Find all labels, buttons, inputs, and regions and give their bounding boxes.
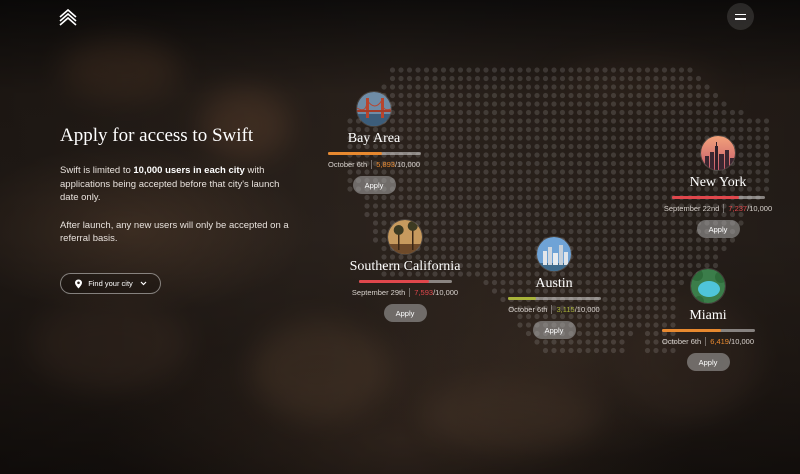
user-count: 7,593: [414, 288, 434, 297]
launch-date: September 29th: [351, 288, 406, 297]
progress-track: [327, 152, 421, 155]
apply-button[interactable]: Apply: [383, 304, 427, 322]
meta-divider: [705, 337, 707, 346]
user-limit: /10,000: [574, 305, 600, 314]
city-name: Austin: [535, 276, 573, 291]
launch-date: October 6th: [661, 337, 702, 346]
intro-paragraph-1: Swift is limited to 10,000 users in each…: [60, 164, 290, 205]
city-card-miami: Miami October 6th 6,419/10,000 Apply: [658, 268, 758, 371]
city-card-bay-area: Bay Area October 6th 5,893/10,000 Apply: [326, 91, 422, 194]
city-meta: October 6th 3,115/10,000: [508, 305, 600, 314]
new-york-skyline-thumbnail: [700, 135, 736, 171]
page-title: Apply for access to Swift: [60, 125, 254, 146]
find-city-label: Find your city: [88, 279, 133, 288]
user-count: 3,115: [556, 305, 575, 314]
hamburger-menu-icon: [735, 12, 746, 21]
find-city-button[interactable]: Find your city: [60, 273, 161, 294]
meta-divider: [551, 305, 553, 314]
meta-divider: [723, 204, 725, 213]
progress-track: [358, 280, 452, 283]
location-pin-icon: [75, 279, 83, 288]
chevron-down-icon: [140, 281, 147, 286]
city-meta: October 6th 6,419/10,000: [662, 337, 754, 346]
user-count: 5,893: [376, 160, 395, 169]
chevron-stack-icon[interactable]: [58, 8, 78, 26]
city-name: Southern California: [349, 259, 461, 274]
user-count: 7,237: [728, 204, 748, 213]
city-meta: September 22nd 7,237/10,000: [664, 204, 772, 213]
progress-fill: [661, 329, 722, 332]
user-limit: /10,000: [394, 160, 420, 169]
intro-para1-start: Swift is limited to: [60, 165, 134, 176]
miami-pool-thumbnail: [690, 268, 726, 304]
progress-track: [507, 297, 601, 300]
city-card-new-york: New York September 22nd 7,237/10,000 Appl…: [664, 135, 772, 238]
golden-gate-bridge-thumbnail: [356, 91, 392, 127]
city-name: New York: [689, 175, 747, 190]
menu-button[interactable]: [727, 3, 754, 30]
user-limit: /10,000: [728, 337, 754, 346]
austin-skyline-thumbnail: [536, 236, 572, 272]
city-name: Bay Area: [347, 131, 401, 146]
intro-paragraph-2: After launch, any new users will only be…: [60, 219, 289, 245]
progress-fill: [327, 152, 383, 155]
apply-button[interactable]: Apply: [532, 321, 576, 339]
city-name: Miami: [689, 308, 727, 323]
user-count: 6,419: [710, 337, 729, 346]
apply-button[interactable]: Apply: [686, 353, 730, 371]
user-limit: /10,000: [747, 204, 773, 213]
city-meta: September 29th 7,593/10,000: [352, 288, 458, 297]
progress-fill: [507, 297, 537, 300]
city-card-southern-california: Southern California September 29th 7,593/…: [340, 219, 470, 322]
progress-fill: [671, 196, 739, 199]
user-limit: /10,000: [433, 288, 459, 297]
progress-track: [671, 196, 765, 199]
launch-date: October 6th: [327, 160, 368, 169]
apply-button[interactable]: Apply: [696, 220, 740, 238]
launch-date: October 6th: [508, 305, 548, 314]
palm-trees-thumbnail: [387, 219, 423, 255]
city-card-austin: Austin October 6th 3,115/10,000 Apply: [504, 236, 604, 339]
city-meta: October 6th 5,893/10,000: [328, 160, 420, 169]
progress-track: [661, 329, 755, 332]
meta-divider: [409, 288, 411, 297]
intro-section: Apply for access to Swift Swift is limit…: [60, 125, 290, 246]
progress-fill: [358, 280, 430, 283]
meta-divider: [371, 160, 373, 169]
launch-date: September 22nd: [663, 204, 720, 213]
intro-para1-bold: 10,000 users in each city: [133, 165, 245, 176]
apply-button[interactable]: Apply: [352, 176, 396, 194]
